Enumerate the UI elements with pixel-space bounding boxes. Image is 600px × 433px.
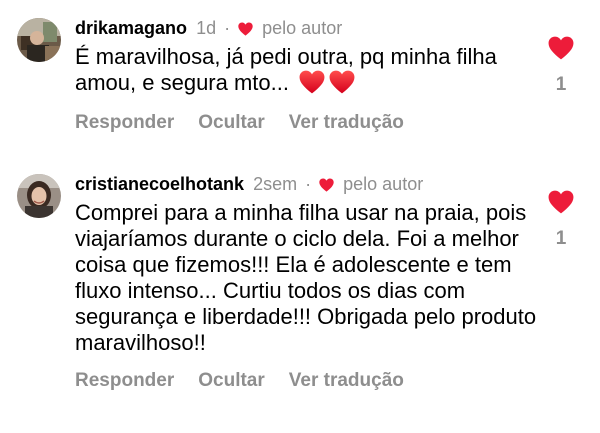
avatar[interactable] (17, 174, 61, 218)
reply-button[interactable]: Responder (75, 370, 174, 391)
like-control: 1 (548, 190, 574, 250)
see-translation-button[interactable]: Ver tradução (289, 370, 404, 391)
like-count: 1 (555, 228, 567, 249)
timestamp: 1d (196, 18, 217, 38)
liked-by-author-label: pelo autor (343, 174, 424, 194)
like-count: 1 (555, 74, 567, 95)
heart-icon (319, 178, 334, 192)
comment-actions: Responder Ocultar Ver tradução (75, 370, 545, 392)
heart-icon[interactable] (548, 190, 574, 214)
username[interactable]: cristianecoelhotank (75, 174, 244, 194)
hide-button[interactable]: Ocultar (198, 370, 265, 391)
comment-body: drikamagano 1d · pelo autor É maravilhos… (75, 14, 545, 134)
liked-by-author-label: pelo autor (262, 18, 343, 38)
reply-button[interactable]: Responder (75, 112, 174, 133)
red-heart-emoji (329, 70, 355, 94)
comment-body: cristianecoelhotank 2sem · pelo autor Co… (75, 170, 545, 392)
comment-actions: Responder Ocultar Ver tradução (75, 112, 545, 134)
like-control: 1 (548, 36, 574, 96)
heart-icon (238, 22, 253, 36)
timestamp: 2sem (253, 174, 298, 194)
red-heart-emoji (299, 70, 325, 94)
separator: · (305, 174, 312, 194)
comment-text-wrap: É maravilhosa, já pedi outra, pq minha f… (75, 44, 545, 96)
heart-icon[interactable] (548, 36, 574, 60)
hide-button[interactable]: Ocultar (198, 112, 265, 133)
separator: · (224, 18, 231, 38)
username[interactable]: drikamagano (75, 18, 187, 38)
comment-meta: drikamagano 1d · pelo autor (75, 14, 545, 42)
see-translation-button[interactable]: Ver tradução (289, 112, 404, 133)
comment-text: É maravilhosa, já pedi outra, pq minha f… (75, 44, 497, 95)
comment-text: Comprei para a minha filha usar na praia… (75, 200, 537, 355)
comment-meta: cristianecoelhotank 2sem · pelo autor (75, 170, 545, 198)
avatar[interactable] (17, 18, 61, 62)
